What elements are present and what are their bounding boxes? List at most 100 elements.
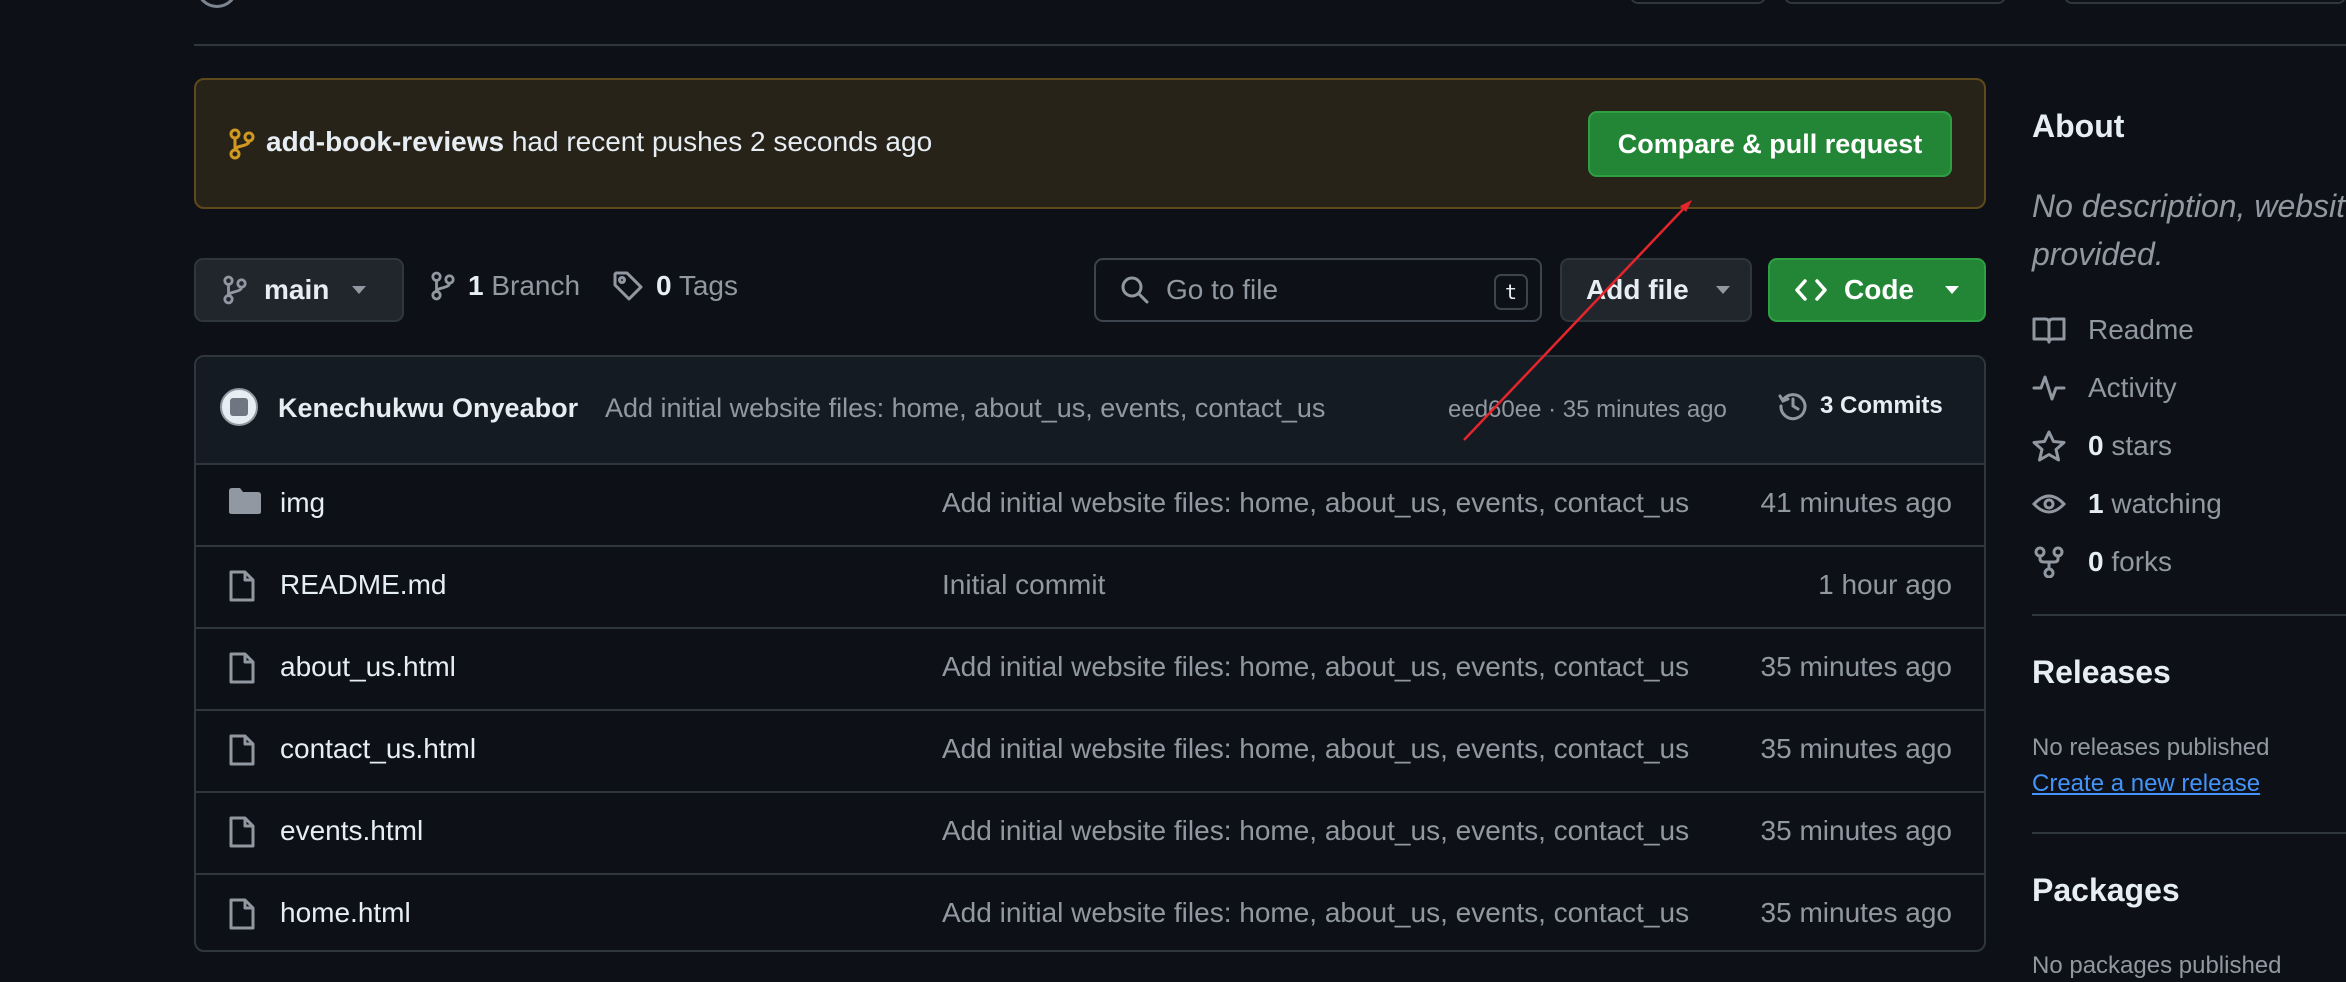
commit-hash-time[interactable]: eed60ee · 35 minutes ago bbox=[1448, 396, 1727, 424]
file-row: README.md Initial commit 1 hour ago bbox=[196, 545, 1984, 629]
go-to-file-placeholder: Go to file bbox=[1166, 274, 1279, 305]
file-name-link[interactable]: img bbox=[280, 487, 325, 519]
file-row: img Add initial website files: home, abou… bbox=[196, 463, 1984, 547]
releases-heading[interactable]: Releases bbox=[2032, 654, 2171, 691]
file-commit-time: 35 minutes ago bbox=[1760, 815, 1952, 846]
file-row: events.html Add initial website files: ho… bbox=[196, 791, 1984, 875]
forks-label: forks bbox=[2111, 546, 2173, 577]
file-row: contact_us.html Add initial website files… bbox=[196, 709, 1984, 793]
tag-icon bbox=[612, 270, 644, 302]
pulse-icon bbox=[2032, 373, 2066, 403]
watching-label: watching bbox=[2111, 488, 2222, 519]
file-commit-message[interactable]: Add initial website files: home, about_u… bbox=[942, 897, 1704, 929]
commit-author[interactable]: Kenechukwu Onyeabor bbox=[278, 393, 578, 424]
github-icon bbox=[230, 398, 248, 416]
file-name-link[interactable]: home.html bbox=[280, 897, 411, 929]
header-button[interactable] bbox=[1630, 0, 1766, 4]
file-commit-time: 1 hour ago bbox=[1818, 569, 1952, 600]
latest-commit-bar: Kenechukwu Onyeabor Add initial website … bbox=[196, 357, 1984, 465]
commit-message[interactable]: Add initial website files: home, about_u… bbox=[605, 393, 1325, 424]
git-branch-icon bbox=[222, 275, 248, 305]
activity-label: Activity bbox=[2088, 372, 2177, 403]
file-commit-message[interactable]: Add initial website files: home, about_u… bbox=[942, 487, 1704, 519]
file-commit-time: 35 minutes ago bbox=[1760, 733, 1952, 764]
recent-push-message: add-book-reviews had recent pushes 2 sec… bbox=[266, 126, 932, 158]
file-row: home.html Add initial website files: home… bbox=[196, 873, 1984, 950]
branches-label: Branch bbox=[491, 270, 581, 301]
file-commit-message[interactable]: Add initial website files: home, about_u… bbox=[942, 651, 1704, 683]
commit-author-avatar[interactable] bbox=[220, 388, 258, 426]
file-name-link[interactable]: events.html bbox=[280, 815, 423, 847]
file-commit-message[interactable]: Initial commit bbox=[942, 569, 1704, 601]
sidebar-divider bbox=[2032, 614, 2346, 616]
stars-link[interactable]: 0 stars bbox=[2032, 430, 2172, 462]
repo-forked-icon bbox=[2032, 546, 2066, 578]
file-commit-time: 41 minutes ago bbox=[1760, 487, 1952, 518]
file-name-link[interactable]: about_us.html bbox=[280, 651, 456, 683]
stars-count: 0 bbox=[2088, 430, 2104, 461]
file-commit-time: 35 minutes ago bbox=[1760, 897, 1952, 928]
history-icon bbox=[1778, 391, 1808, 421]
file-table: Kenechukwu Onyeabor Add initial website … bbox=[194, 355, 1986, 952]
star-icon bbox=[2032, 430, 2066, 462]
forks-link[interactable]: 0 forks bbox=[2032, 546, 2172, 578]
recent-push-text: had recent pushes 2 seconds ago bbox=[504, 126, 933, 157]
readme-link[interactable]: Readme bbox=[2032, 314, 2194, 346]
eye-icon bbox=[2032, 490, 2066, 518]
pushed-branch-name[interactable]: add-book-reviews bbox=[266, 126, 504, 157]
activity-link[interactable]: Activity bbox=[2032, 372, 2177, 404]
code-icon bbox=[1794, 277, 1828, 303]
chevron-down-icon bbox=[1715, 285, 1731, 295]
releases-empty-text: No releases published bbox=[2032, 734, 2270, 761]
add-file-label: Add file bbox=[1586, 274, 1689, 305]
watching-count: 1 bbox=[2088, 488, 2104, 519]
tags-label: Tags bbox=[678, 270, 739, 301]
search-icon bbox=[1120, 275, 1150, 305]
code-button[interactable]: Code bbox=[1768, 258, 1986, 322]
about-heading: About bbox=[2032, 108, 2125, 144]
keyboard-shortcut-hint: t bbox=[1494, 274, 1528, 310]
chevron-down-icon bbox=[351, 285, 367, 295]
header-button[interactable] bbox=[2064, 0, 2346, 4]
owner-avatar[interactable] bbox=[196, 0, 238, 8]
commits-history-link[interactable]: 3 Commits bbox=[1778, 391, 1943, 421]
file-icon bbox=[228, 897, 256, 931]
packages-heading[interactable]: Packages bbox=[2032, 872, 2180, 909]
branch-selector[interactable]: main bbox=[194, 258, 404, 322]
tags-link[interactable]: 0 Tags bbox=[612, 270, 738, 302]
readme-label: Readme bbox=[2088, 314, 2194, 345]
go-to-file-input[interactable]: Go to file t bbox=[1094, 258, 1542, 322]
add-file-button[interactable]: Add file bbox=[1560, 258, 1752, 322]
tags-count: 0 bbox=[656, 270, 672, 301]
sidebar-divider bbox=[2032, 832, 2346, 834]
code-label: Code bbox=[1844, 274, 1914, 305]
file-commit-message[interactable]: Add initial website files: home, about_u… bbox=[942, 815, 1704, 847]
branch-selector-label: main bbox=[264, 274, 330, 305]
file-commit-message[interactable]: Add initial website files: home, about_u… bbox=[942, 733, 1704, 765]
about-description: No description, website provided. bbox=[2032, 188, 2346, 272]
chevron-down-icon bbox=[1944, 285, 1960, 295]
create-release-link[interactable]: Create a new release bbox=[2032, 770, 2260, 798]
header-divider bbox=[194, 44, 2346, 46]
folder-icon bbox=[228, 487, 262, 515]
file-icon bbox=[228, 569, 256, 603]
header-button[interactable] bbox=[1784, 0, 2006, 4]
file-icon bbox=[228, 651, 256, 685]
watchers-link[interactable]: 1 watching bbox=[2032, 488, 2222, 520]
forks-count: 0 bbox=[2088, 546, 2104, 577]
compare-pull-request-button[interactable]: Compare & pull request bbox=[1588, 111, 1952, 177]
book-icon bbox=[2032, 315, 2066, 345]
git-branch-icon bbox=[228, 128, 256, 160]
file-name-link[interactable]: contact_us.html bbox=[280, 733, 476, 765]
file-icon bbox=[228, 733, 256, 767]
git-branch-icon bbox=[430, 271, 456, 301]
stars-label: stars bbox=[2111, 430, 2173, 461]
file-icon bbox=[228, 815, 256, 849]
file-name-link[interactable]: README.md bbox=[280, 569, 446, 601]
packages-empty-text: No packages published bbox=[2032, 952, 2282, 979]
branches-count: 1 bbox=[468, 270, 484, 301]
commits-count-label: 3 Commits bbox=[1820, 392, 1943, 419]
file-row: about_us.html Add initial website files: … bbox=[196, 627, 1984, 711]
file-commit-time: 35 minutes ago bbox=[1760, 651, 1952, 682]
branches-link[interactable]: 1 Branch bbox=[430, 270, 580, 302]
